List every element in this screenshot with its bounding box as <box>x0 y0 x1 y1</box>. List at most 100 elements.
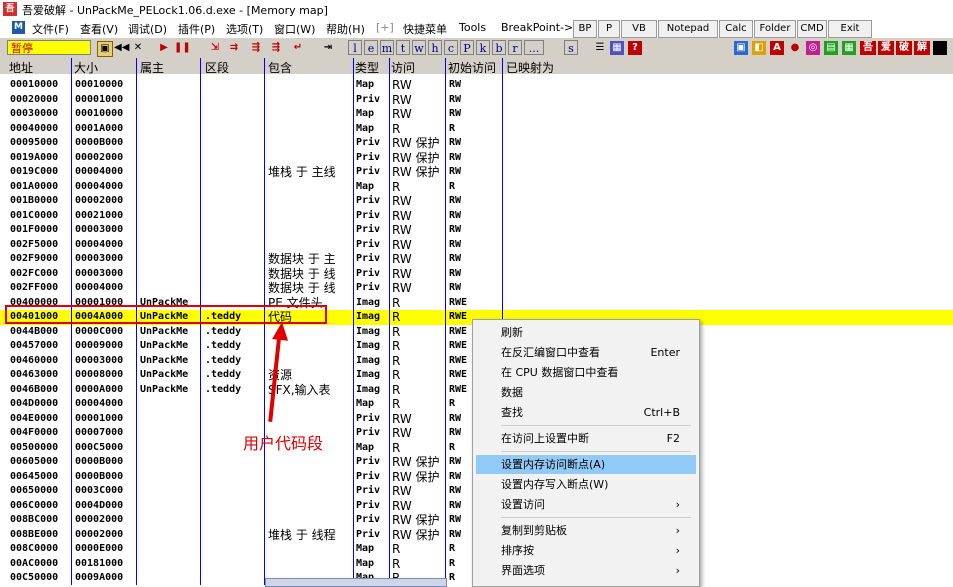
cell-type: Map <box>356 122 375 134</box>
window-threads-button[interactable]: t <box>396 40 410 55</box>
window-references-button[interactable]: r <box>508 40 522 55</box>
plugin5-icon[interactable]: ◎ <box>806 41 820 55</box>
p-button[interactable]: P <box>598 20 620 38</box>
menu-item-search[interactable]: 查找 Ctrl+B <box>476 403 696 422</box>
plugin10-icon[interactable]: 破 <box>896 41 912 55</box>
window-breakpoints-button[interactable]: b <box>492 40 506 55</box>
cmd-button[interactable]: CMD <box>797 20 827 38</box>
trace-over-icon[interactable]: ⇶ <box>268 41 284 55</box>
table-row[interactable]: 00095000 0000B000 Priv RW 保护 RW <box>0 136 953 151</box>
menu-item-refresh[interactable]: 刷新 <box>476 323 696 342</box>
cell-address: 004D0000 <box>10 398 59 409</box>
close-icon[interactable]: ✕ <box>131 41 145 55</box>
open-icon[interactable]: ▣ <box>97 41 113 57</box>
table-row[interactable]: 00040000 0001A000 Map R R <box>0 122 953 137</box>
window-modules-button[interactable]: e <box>364 40 378 55</box>
table-row[interactable]: 001F0000 00003000 Priv RW RW <box>0 223 953 238</box>
menu-item-memory-breakpoint-write[interactable]: 设置内存写入断点(W) <box>476 475 696 494</box>
cell-size: 0003C000 <box>75 485 124 496</box>
table-row[interactable]: 00030000 00010000 Map RW RW <box>0 107 953 122</box>
table-row[interactable]: 001B0000 00002000 Priv RW RW <box>0 194 953 209</box>
plugin4-icon[interactable]: ● <box>788 41 802 55</box>
pause-icon[interactable]: ❚❚ <box>174 41 191 55</box>
menu-item-memory-breakpoint-access[interactable]: 设置内存访问断点(A) <box>476 455 696 474</box>
table-row[interactable]: 0019C000 00004000 堆栈 于 主线 Priv RW 保护 RW <box>0 165 953 180</box>
table-row[interactable]: 001C0000 00021000 Priv RW RW <box>0 209 953 224</box>
plugin2-icon[interactable]: ◧ <box>752 41 766 55</box>
plugin11-icon[interactable]: 解 <box>914 41 930 55</box>
horizontal-scrollbar[interactable] <box>265 578 447 587</box>
menu-item-copy-to-clipboard[interactable]: 复制到剪贴板 › <box>476 521 696 540</box>
column-divider <box>389 58 390 585</box>
plugin3-icon[interactable]: A <box>770 41 784 55</box>
menu-file[interactable]: 文件(F) <box>32 21 69 37</box>
rewind-icon[interactable]: ◀◀ <box>114 41 129 55</box>
run-icon[interactable]: ▶ <box>158 41 170 55</box>
menu-debug[interactable]: 调试(D) <box>128 21 167 37</box>
plugin6-icon[interactable]: ▤ <box>824 41 838 55</box>
table-row[interactable]: 001A0000 00004000 Map R R <box>0 180 953 195</box>
menu-item-sort-by[interactable]: 排序按 › <box>476 541 696 560</box>
plugin1-icon[interactable]: ▣ <box>734 41 748 55</box>
window-windows-button[interactable]: w <box>412 40 426 55</box>
trace-into-icon[interactable]: ⇶ <box>248 41 264 55</box>
table-row[interactable]: 002FF000 00004000 数据块 于 线 Priv RW RW <box>0 281 953 296</box>
table-row[interactable]: 0019A000 00002000 Priv RW 保护 RW <box>0 151 953 166</box>
cell-address: 001B0000 <box>10 195 59 206</box>
bp-button[interactable]: BP <box>573 20 597 38</box>
plugin7-icon[interactable]: ▦ <box>842 41 856 55</box>
table-row[interactable]: 002FC000 00003000 数据块 于 线 Priv RW RW <box>0 267 953 282</box>
goto-icon[interactable]: ⇥ <box>320 41 336 55</box>
menu-view[interactable]: 查看(V) <box>80 21 118 37</box>
list-icon[interactable]: ☰ <box>593 41 607 55</box>
cell-contains: 堆栈 于 主线 <box>268 165 336 179</box>
menu-tools[interactable]: Tools <box>459 21 486 34</box>
window-cpu-button[interactable]: c <box>444 40 458 55</box>
folder-button[interactable]: Folder <box>754 20 796 38</box>
plugin12-icon[interactable] <box>933 41 947 55</box>
window-patches-button[interactable]: P <box>460 40 474 55</box>
table-row[interactable]: 002F5000 00004000 Priv RW RW <box>0 238 953 253</box>
cell-type: Map <box>356 108 375 119</box>
window-source-button[interactable]: s <box>564 40 578 55</box>
cell-initial-access: RWE <box>449 311 468 322</box>
menu-plus[interactable]: [+] <box>376 21 394 34</box>
window-log-button[interactable]: l <box>348 40 362 55</box>
menu-plugins[interactable]: 插件(P) <box>178 21 215 37</box>
exit-button[interactable]: Exit <box>828 20 872 38</box>
step-into-icon[interactable]: ⇲ <box>207 41 223 55</box>
plugin9-icon[interactable]: 爱 <box>878 41 894 55</box>
menu-breakpoint[interactable]: BreakPoint-> <box>501 21 573 34</box>
calc-button[interactable]: Calc <box>719 20 753 38</box>
menu-help[interactable]: 帮助(H) <box>326 21 365 37</box>
table-row[interactable]: 002F9000 00003000 数据块 于 主 Priv RW RW <box>0 252 953 267</box>
cell-address: 00605000 <box>10 456 59 467</box>
menu-window[interactable]: 窗口(W) <box>274 21 315 37</box>
vb-button[interactable]: VB <box>621 20 657 38</box>
notepad-button[interactable]: Notepad <box>658 20 718 38</box>
options-icon[interactable]: ▦ <box>610 41 624 55</box>
cell-address: 004E0000 <box>10 412 59 424</box>
menu-shortcut[interactable]: 快捷菜单 <box>403 21 447 37</box>
table-row[interactable]: 00010000 00010000 Map RW RW <box>0 78 953 93</box>
cell-initial-access: RW <box>449 456 462 467</box>
menu-item-dump[interactable]: 数据 <box>476 383 696 402</box>
menu-item-view-in-disassembler[interactable]: 在反汇编窗口中查看 Enter <box>476 343 696 362</box>
menu-options[interactable]: 选项(T) <box>226 21 263 37</box>
menu-item-set-access[interactable]: 设置访问 › <box>476 495 696 514</box>
help-icon[interactable]: ? <box>628 41 642 55</box>
plugin8-icon[interactable]: 吾 <box>860 41 876 55</box>
table-row[interactable]: 00020000 00001000 Priv RW RW <box>0 93 953 108</box>
menu-item-appearance[interactable]: 界面选项 › <box>476 561 696 580</box>
annotation-label: 用户代码段 <box>243 434 324 453</box>
window-runtrace-button[interactable]: ... <box>524 40 544 55</box>
menu-item-view-in-cpu-dump[interactable]: 在 CPU 数据窗口中查看 <box>476 363 696 382</box>
window-callstack-button[interactable]: k <box>476 40 490 55</box>
window-handles-button[interactable]: h <box>428 40 442 55</box>
mdi-icon[interactable]: M <box>12 21 25 34</box>
menu-item-set-break-on-access[interactable]: 在访问上设置中断 F2 <box>476 429 696 448</box>
execute-till-return-icon[interactable]: ↵ <box>290 41 306 55</box>
step-over-icon[interactable]: ⇉ <box>226 41 242 55</box>
window-memory-button[interactable]: m <box>380 40 394 55</box>
cell-access: R <box>392 295 401 310</box>
